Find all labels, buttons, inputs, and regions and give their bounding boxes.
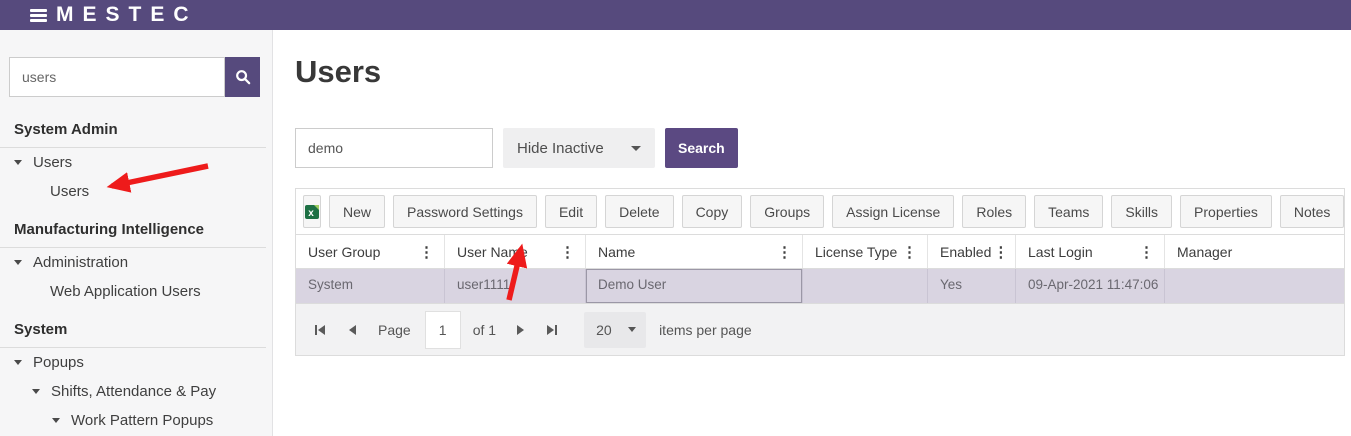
column-header-name[interactable]: Name ⋮: [586, 235, 803, 268]
column-title: User Name: [457, 243, 528, 260]
teams-button[interactable]: Teams: [1034, 195, 1104, 228]
sidebar-search: [0, 30, 272, 97]
page-label: Page: [378, 321, 411, 338]
pager: Page of 1 20 items per page: [296, 303, 1344, 355]
column-title: Enabled: [940, 243, 992, 260]
table-row[interactable]: System user1111 Demo User Yes 09-Apr-2021 11…: [296, 269, 1344, 303]
grid-toolbar: x New Password Settings Edit Delete Copy Grou…: [296, 189, 1345, 235]
cell-name[interactable]: Demo User: [586, 269, 803, 303]
svg-text:x: x: [308, 208, 314, 219]
column-header-last-login[interactable]: Last Login ⋮: [1016, 235, 1165, 268]
properties-button[interactable]: Properties: [1180, 195, 1272, 228]
password-settings-button[interactable]: Password Settings: [393, 195, 537, 228]
first-page-button[interactable]: [308, 318, 332, 342]
grid-body: System user1111 Demo User Yes 09-Apr-2021 11…: [296, 269, 1344, 303]
cell-user-group[interactable]: System: [296, 269, 445, 303]
sidebar: System Admin Users Users Manufacturing Inte…: [0, 30, 273, 436]
column-menu-icon[interactable]: ⋮: [775, 243, 794, 261]
grid-header-row: User Group ⋮ User Name ⋮ Name ⋮ License Type ⋮ E…: [296, 235, 1344, 269]
column-menu-icon[interactable]: ⋮: [991, 243, 1010, 261]
sidebar-tree: System Admin Users Users Manufacturing Inte…: [0, 106, 272, 436]
dropdown-value: Hide Inactive: [517, 139, 604, 157]
caret-down-icon[interactable]: [14, 160, 22, 165]
sidebar-section-system: System: [0, 306, 266, 348]
app-logo: MESTEC: [56, 3, 198, 26]
sidebar-item-popups[interactable]: Popups: [0, 348, 272, 377]
column-title: User Group: [308, 243, 381, 260]
sidebar-item-users[interactable]: Users: [0, 148, 272, 177]
sidebar-item-administration[interactable]: Administration: [0, 248, 272, 277]
column-title: Last Login: [1028, 243, 1093, 260]
page: MESTEC System Admin Users Users Manufacturi…: [0, 0, 1351, 436]
sidebar-item-work-pattern-popups[interactable]: Work Pattern Popups: [0, 406, 272, 435]
caret-down-icon[interactable]: [32, 389, 40, 394]
sidebar-search-button[interactable]: [225, 57, 260, 97]
column-menu-icon[interactable]: ⋮: [417, 243, 436, 261]
search-button[interactable]: Search: [665, 128, 738, 168]
column-header-enabled[interactable]: Enabled ⋮: [928, 235, 1016, 268]
delete-button[interactable]: Delete: [605, 195, 674, 228]
sidebar-item-label: Users: [50, 183, 90, 200]
sidebar-item-shifts-attendance-pay[interactable]: Shifts, Attendance & Pay: [0, 377, 272, 406]
sidebar-search-input[interactable]: [9, 57, 225, 97]
skills-button[interactable]: Skills: [1111, 195, 1173, 228]
page-number-input[interactable]: [424, 310, 461, 349]
caret-down-icon[interactable]: [14, 260, 22, 265]
column-header-user-name[interactable]: User Name ⋮: [445, 235, 586, 268]
groups-button[interactable]: Groups: [750, 195, 825, 228]
search-icon: [235, 70, 250, 85]
column-title: License Type: [815, 243, 898, 260]
sidebar-item-users[interactable]: Users: [0, 177, 272, 206]
sidebar-item-label: Web Application Users: [50, 283, 201, 300]
sidebar-section-manufacturing-intelligence: Manufacturing Intelligence: [0, 206, 266, 248]
sidebar-item-label: Work Pattern Popups: [71, 412, 214, 429]
next-page-button[interactable]: [508, 318, 532, 342]
user-search-input[interactable]: [295, 128, 493, 168]
caret-down-icon[interactable]: [14, 360, 22, 365]
cell-user-name[interactable]: user1111: [445, 269, 586, 303]
hide-inactive-dropdown[interactable]: Hide Inactive: [503, 128, 655, 168]
sidebar-item-label: Shifts, Attendance & Pay: [51, 383, 217, 400]
page-count-label: of 1: [472, 321, 497, 338]
column-menu-icon[interactable]: ⋮: [558, 243, 577, 261]
page-size-dropdown[interactable]: 20: [584, 311, 647, 348]
roles-button[interactable]: Roles: [962, 195, 1027, 228]
sidebar-section-system-admin: System Admin: [0, 106, 266, 148]
new-button[interactable]: New: [329, 195, 386, 228]
chevron-down-icon: [631, 145, 641, 151]
copy-button[interactable]: Copy: [681, 195, 743, 228]
filter-row: Hide Inactive Search: [295, 128, 1351, 168]
cell-license-type[interactable]: [803, 269, 928, 303]
cell-manager[interactable]: [1165, 269, 1344, 303]
caret-down-icon[interactable]: [52, 418, 60, 423]
column-header-manager[interactable]: Manager: [1165, 235, 1344, 268]
column-title: Manager: [1177, 243, 1233, 260]
column-header-license-type[interactable]: License Type ⋮: [803, 235, 928, 268]
column-title: Name: [598, 243, 636, 260]
chevron-down-icon: [628, 327, 637, 332]
column-menu-icon[interactable]: ⋮: [900, 243, 919, 261]
sidebar-item-label: Popups: [33, 354, 84, 371]
sidebar-item-label: Users: [33, 154, 73, 171]
page-title: Users: [295, 54, 382, 89]
cell-last-login[interactable]: 09-Apr-2021 11:47:06: [1016, 269, 1165, 303]
users-grid: x New Password Settings Edit Delete Copy Grou…: [295, 188, 1345, 356]
items-per-page-label: items per page: [659, 321, 752, 338]
app-header: MESTEC: [0, 0, 1351, 30]
cell-enabled[interactable]: Yes: [928, 269, 1016, 303]
last-page-button[interactable]: [540, 318, 564, 342]
page-size-value: 20: [596, 321, 612, 338]
excel-export-icon: x: [305, 205, 319, 219]
sidebar-item-label: Administration: [33, 254, 129, 271]
main-content: Users Hide Inactive Search x NewPassword: [274, 30, 1351, 436]
hamburger-menu-icon[interactable]: [30, 8, 47, 22]
previous-page-button[interactable]: [340, 318, 364, 342]
sidebar-item-web-application-users[interactable]: Web Application Users: [0, 277, 272, 306]
column-menu-icon[interactable]: ⋮: [1137, 243, 1156, 261]
assign-license-button[interactable]: Assign License: [832, 195, 955, 228]
export-excel-button[interactable]: x: [303, 195, 321, 228]
edit-button[interactable]: Edit: [544, 195, 598, 228]
column-header-user-group[interactable]: User Group ⋮: [296, 235, 445, 268]
notes-button[interactable]: Notes: [1279, 195, 1345, 228]
